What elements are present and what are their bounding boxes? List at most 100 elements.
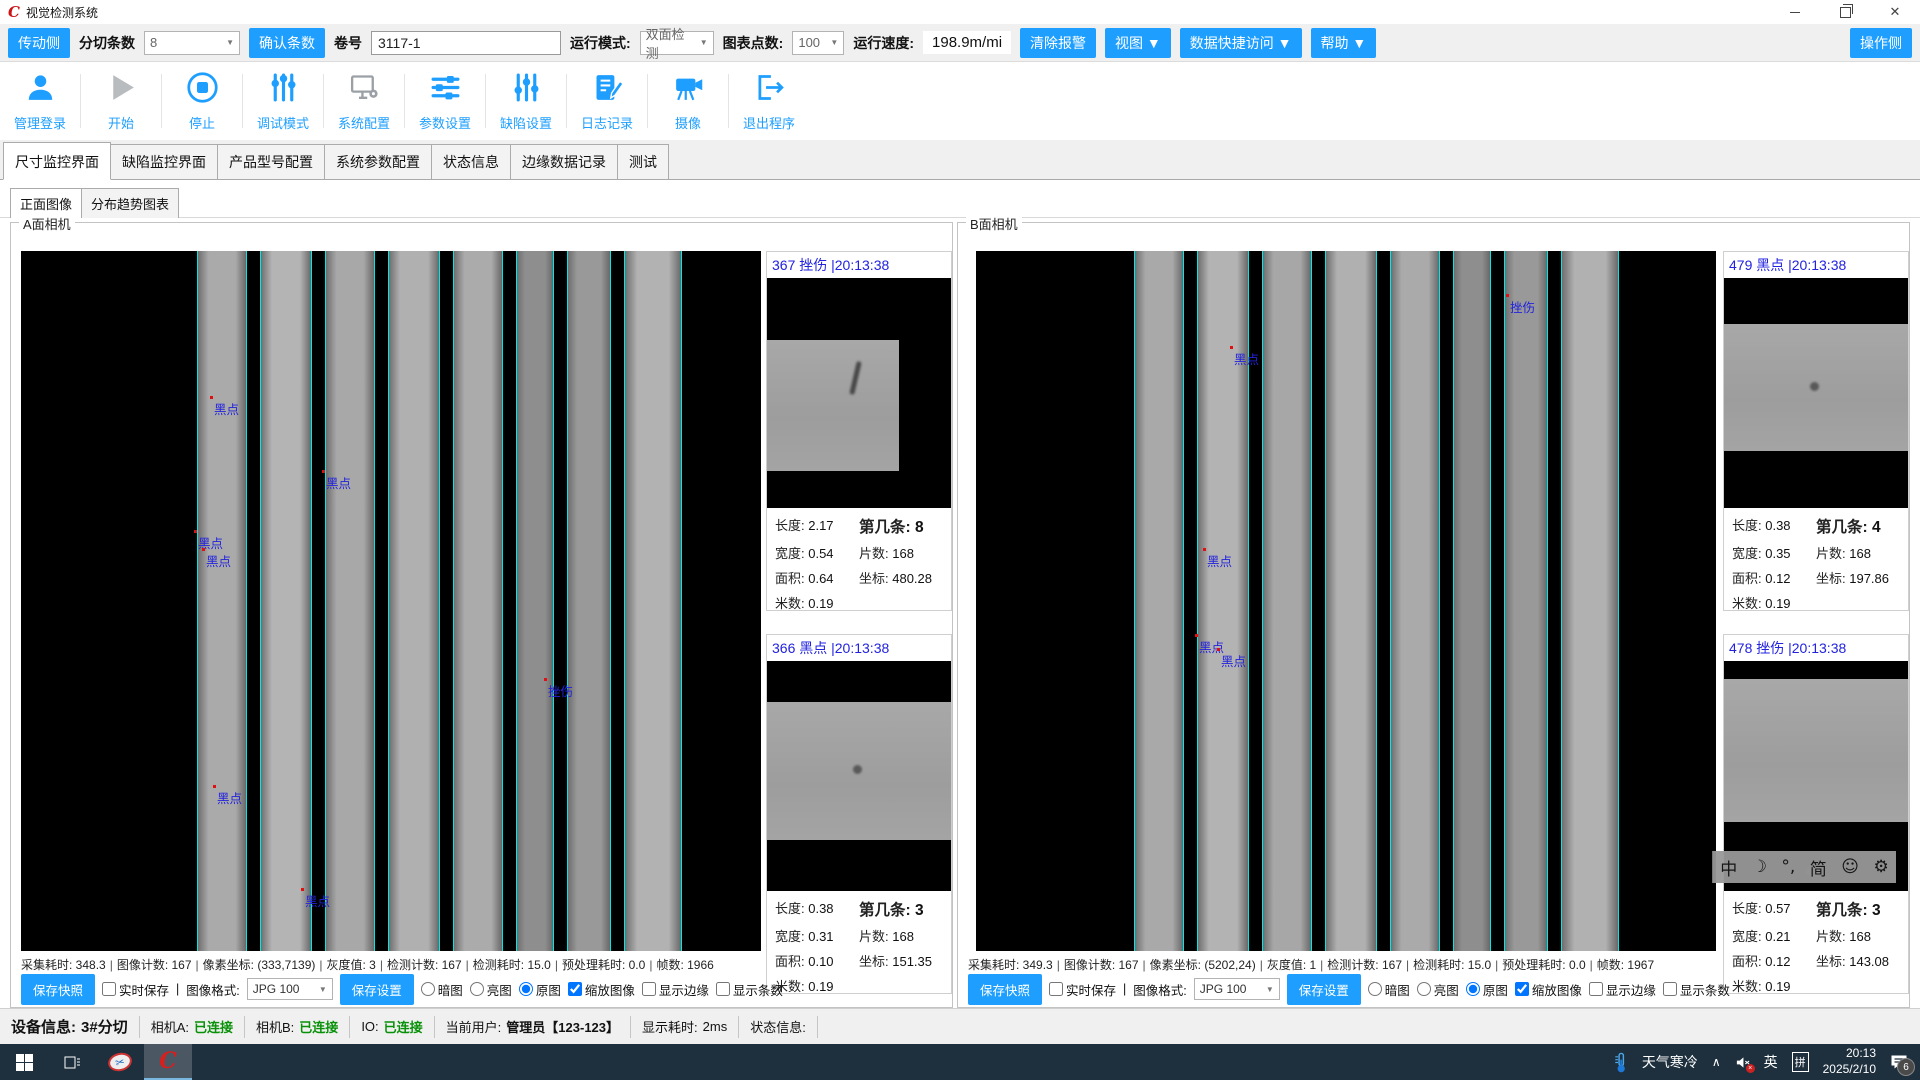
toolbar-item-tune[interactable]: 调试模式 — [247, 62, 319, 140]
subtab-2[interactable]: 分布趋势图表 — [81, 188, 179, 218]
camera-panel-a: A面相机黑点黑点黑点黑点挫伤黑点黑点367 挫伤 |20:13:38长度: 2.… — [10, 222, 953, 1008]
snipping-tool-button[interactable]: ✂ — [96, 1044, 144, 1080]
toolbar-item-exit[interactable]: 退出程序 — [733, 62, 805, 140]
tab-2[interactable]: 缺陷监控界面 — [110, 144, 218, 179]
checkbox-input[interactable] — [642, 982, 656, 996]
toolbar-item-camera[interactable]: 摄像 — [652, 62, 724, 140]
close-button[interactable]: ✕ — [1870, 0, 1920, 24]
tab-1[interactable]: 尺寸监控界面 — [3, 142, 111, 180]
image-format-select[interactable]: JPG 100▼ — [1194, 978, 1280, 1000]
ime-emoji-icon[interactable]: ☺ — [1841, 857, 1859, 877]
chart-points-label: 图表点数: — [723, 33, 784, 53]
radio-input[interactable] — [1368, 982, 1382, 996]
toolbar-item-play[interactable]: 开始 — [85, 62, 157, 140]
toolbar-item-system[interactable]: 系统配置 — [328, 62, 400, 140]
tab-4[interactable]: 系统参数配置 — [324, 144, 432, 179]
toolbar-item-params[interactable]: 参数设置 — [409, 62, 481, 140]
radio-input[interactable] — [470, 982, 484, 996]
display-option-checkbox-显示条数[interactable]: 显示条数 — [1663, 980, 1730, 999]
task-view-button[interactable] — [48, 1044, 96, 1080]
image-mode-radio-暗图[interactable]: 暗图 — [1368, 980, 1410, 999]
defect-card[interactable]: 479 黑点 |20:13:38长度: 0.38第几条: 4宽度: 0.35片数… — [1723, 251, 1909, 611]
defect-card-image — [767, 661, 951, 891]
defect-card[interactable]: 366 黑点 |20:13:38长度: 0.38第几条: 3宽度: 0.31片数… — [766, 634, 952, 994]
display-option-checkbox-显示边缘[interactable]: 显示边缘 — [642, 980, 709, 999]
checkbox-label: 显示条数 — [733, 980, 783, 999]
image-mode-radio-原图[interactable]: 原图 — [519, 980, 561, 999]
radio-input[interactable] — [1466, 982, 1480, 996]
confirm-count-button[interactable]: 确认条数 — [249, 28, 325, 58]
roll-number-input[interactable] — [371, 31, 561, 55]
checkbox-input[interactable] — [716, 982, 730, 996]
drive-side-button[interactable]: 传动侧 — [8, 28, 70, 58]
checkbox-label: 显示边缘 — [659, 980, 709, 999]
realtime-save-checkbox[interactable]: 实时保存 — [1049, 980, 1116, 999]
ime-fullwidth-icon[interactable]: ☽ — [1752, 857, 1767, 877]
toolbar-item-log[interactable]: 日志记录 — [571, 62, 643, 140]
view-menu-button[interactable]: 视图 ▼ — [1105, 28, 1171, 58]
help-menu-button[interactable]: 帮助 ▼ — [1311, 28, 1377, 58]
film-strip — [1390, 251, 1440, 951]
status-key: 状态信息: — [750, 1017, 806, 1036]
defect-card[interactable]: 478 挫伤 |20:13:38长度: 0.57第几条: 3宽度: 0.21片数… — [1723, 634, 1909, 994]
checkbox-input[interactable] — [1589, 982, 1603, 996]
image-mode-radio-亮图[interactable]: 亮图 — [1417, 980, 1459, 999]
tab-3[interactable]: 产品型号配置 — [217, 144, 325, 179]
ime-settings-icon[interactable]: ⚙ — [1873, 857, 1888, 877]
radio-input[interactable] — [1417, 982, 1431, 996]
vision-app-taskbar-button[interactable]: C — [144, 1044, 192, 1080]
start-button[interactable] — [0, 1044, 48, 1080]
strip-count-label: 分切条数 — [79, 33, 135, 53]
stat-item: 预处理耗时: 0.0 — [1502, 958, 1585, 972]
image-mode-radio-暗图[interactable]: 暗图 — [421, 980, 463, 999]
stat-item: 检测计数: 167 — [1327, 958, 1402, 972]
display-option-checkbox-缩放图像[interactable]: 缩放图像 — [568, 980, 635, 999]
tab-5[interactable]: 状态信息 — [431, 144, 511, 179]
toolbar-item-user[interactable]: 管理登录 — [4, 62, 76, 140]
radio-input[interactable] — [519, 982, 533, 996]
clock[interactable]: 20:13 2025/2/10 — [1823, 1046, 1876, 1077]
radio-input[interactable] — [421, 982, 435, 996]
weather-status-text[interactable]: 天气寒冷 — [1642, 1052, 1698, 1072]
realtime-save-checkbox-input[interactable] — [102, 982, 116, 996]
strip-count-select[interactable]: 8▼ — [144, 31, 240, 55]
save-settings-button[interactable]: 保存设置 — [1287, 974, 1361, 1005]
operator-side-button[interactable]: 操作侧 — [1850, 28, 1912, 58]
language-indicator[interactable]: 英 — [1764, 1052, 1778, 1072]
data-quick-access-button[interactable]: 数据快捷访问 ▼ — [1180, 28, 1302, 58]
save-settings-button[interactable]: 保存设置 — [340, 974, 414, 1005]
toolbar-item-defect[interactable]: 缺陷设置 — [490, 62, 562, 140]
restore-button[interactable] — [1820, 0, 1870, 24]
save-snapshot-button[interactable]: 保存快照 — [968, 974, 1042, 1005]
ime-punctuation-icon[interactable]: °, — [1781, 857, 1795, 877]
image-mode-radio-原图[interactable]: 原图 — [1466, 980, 1508, 999]
realtime-save-checkbox[interactable]: 实时保存 — [102, 980, 169, 999]
display-option-checkbox-显示条数[interactable]: 显示条数 — [716, 980, 783, 999]
display-option-checkbox-显示边缘[interactable]: 显示边缘 — [1589, 980, 1656, 999]
chart-points-select[interactable]: 100▼ — [792, 31, 844, 55]
image-mode-radio-亮图[interactable]: 亮图 — [470, 980, 512, 999]
display-option-checkbox-缩放图像[interactable]: 缩放图像 — [1515, 980, 1582, 999]
save-snapshot-button[interactable]: 保存快照 — [21, 974, 95, 1005]
checkbox-input[interactable] — [1663, 982, 1677, 996]
realtime-save-checkbox-input[interactable] — [1049, 982, 1063, 996]
device-info-segment: 设备信息: 3#分切 — [0, 1016, 140, 1038]
tab-6[interactable]: 边缘数据记录 — [510, 144, 618, 179]
defect-card[interactable]: 367 挫伤 |20:13:38长度: 2.17第几条: 8宽度: 0.54片数… — [766, 251, 952, 611]
ime-mode-indicator[interactable]: 拼 — [1792, 1052, 1809, 1072]
checkbox-input[interactable] — [568, 982, 582, 996]
minimize-button[interactable] — [1770, 0, 1820, 24]
checkbox-input[interactable] — [1515, 982, 1529, 996]
action-center-button[interactable]: 6 — [1890, 1054, 1908, 1070]
stat-item: 预处理耗时: 0.0 — [562, 958, 645, 972]
ime-simplified-icon[interactable]: 简 — [1810, 855, 1827, 880]
run-mode-select[interactable]: 双面检测▼ — [640, 31, 714, 55]
clock-time: 20:13 — [1823, 1046, 1876, 1062]
toolbar-item-stop[interactable]: 停止 — [166, 62, 238, 140]
tab-7[interactable]: 测试 — [617, 144, 669, 179]
volume-muted-button[interactable]: × — [1735, 1055, 1750, 1070]
clear-alarm-button[interactable]: 清除报警 — [1020, 28, 1096, 58]
hidden-icons-chevron[interactable]: ∧ — [1712, 1055, 1721, 1069]
ime-mode-chinese[interactable]: 中 — [1720, 855, 1737, 880]
image-format-select[interactable]: JPG 100▼ — [247, 978, 333, 1000]
